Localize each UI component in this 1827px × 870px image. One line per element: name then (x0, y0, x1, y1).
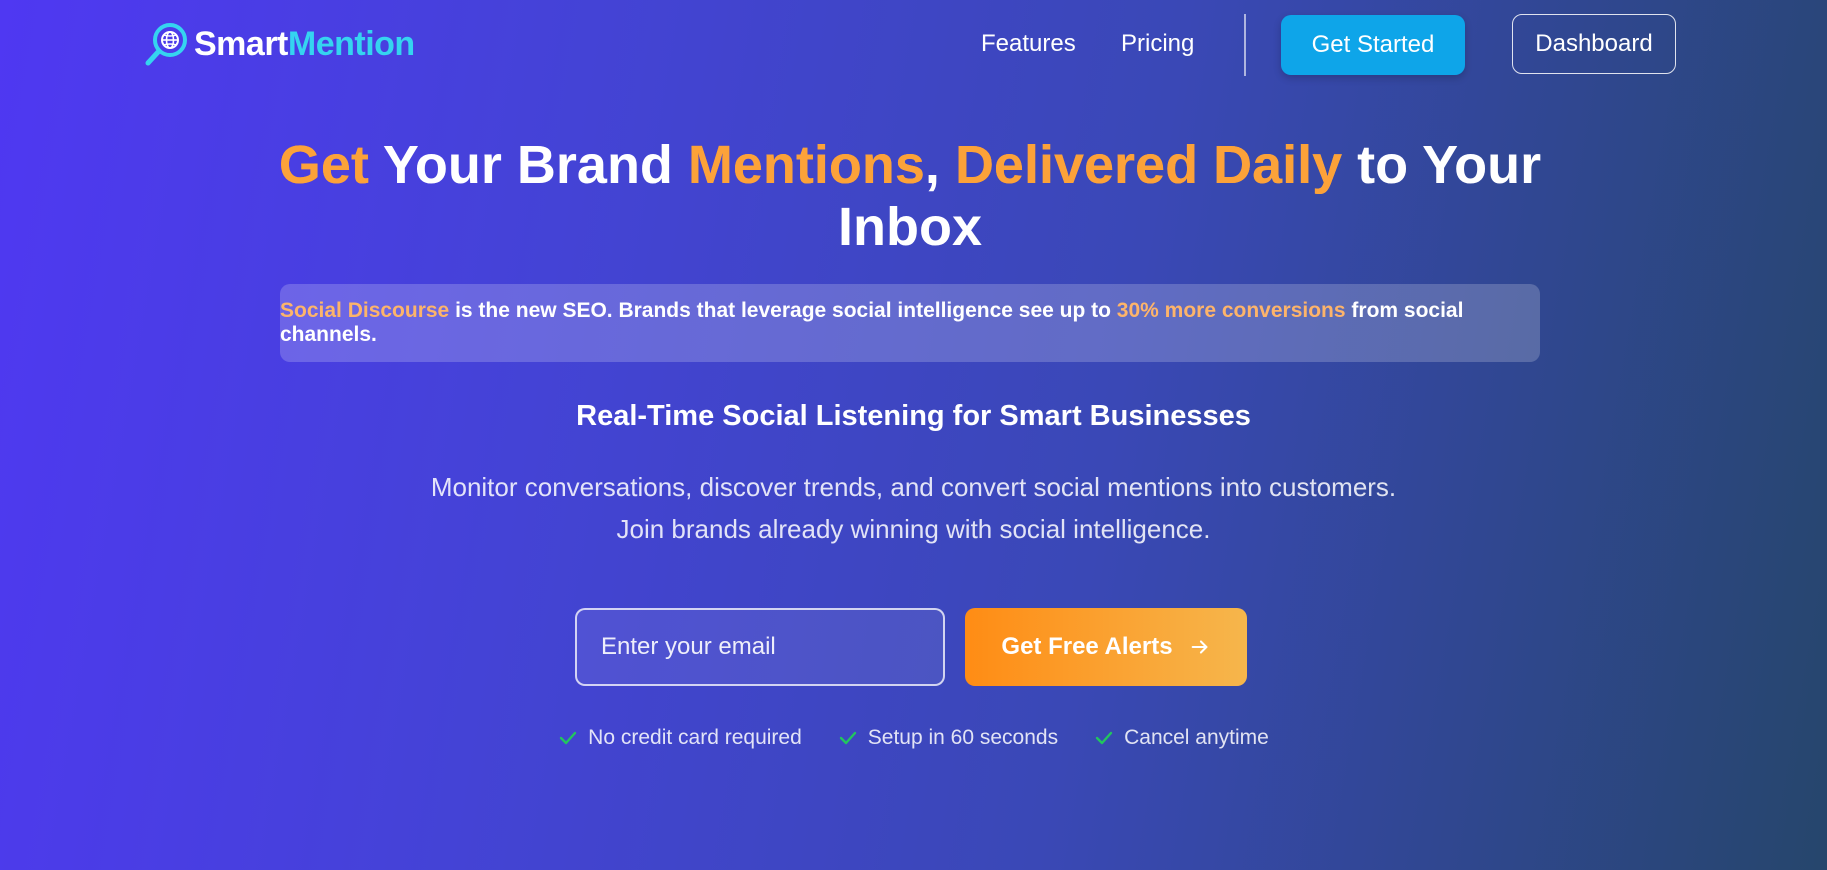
perk-label: Setup in 60 seconds (867, 726, 1059, 749)
hero-subheading: Real-Time Social Listening for Smart Bus… (576, 400, 1251, 432)
seo-banner: Social Discourse is the new SEO. Brands … (280, 284, 1540, 362)
headline-comma: , (924, 135, 955, 195)
magnifier-globe-icon (145, 23, 187, 66)
nav-link-pricing[interactable]: Pricing (1121, 30, 1194, 58)
perks-list: No credit card required Setup in 60 seco… (0, 726, 1827, 750)
banner-highlight-social-discourse: Social Discourse (280, 299, 450, 322)
hero-headline: Get Your Brand Mentions, Delivered Daily… (240, 134, 1580, 258)
get-started-button[interactable]: Get Started (1281, 15, 1465, 75)
brand-name-mention: Mention (287, 24, 415, 63)
email-input[interactable] (575, 608, 945, 686)
perk-label: No credit card required (588, 726, 802, 749)
headline-text-to-your: to Your (1342, 135, 1542, 195)
banner-text-1: is the new SEO. Brands that leverage soc… (449, 299, 1117, 322)
check-icon (559, 731, 577, 745)
perk-item: Cancel anytime (1094, 726, 1269, 750)
get-free-alerts-button[interactable]: Get Free Alerts (965, 608, 1247, 686)
perk-label: Cancel anytime (1124, 726, 1269, 749)
arrow-right-icon (1191, 640, 1208, 654)
brand-name-smart: Smart (194, 24, 288, 63)
headline-text-your-brand: Your Brand (368, 135, 688, 195)
description-line-2: Join brands already winning with social … (616, 514, 1211, 544)
headline-word-inbox: Inbox (838, 197, 982, 257)
description-line-1: Monitor conversations, discover trends, … (430, 472, 1397, 502)
check-icon (839, 731, 856, 745)
perk-item: Setup in 60 seconds (838, 726, 1058, 750)
get-free-alerts-label: Get Free Alerts (1001, 633, 1173, 660)
headline-word-get: Get (278, 135, 369, 195)
check-icon (1095, 731, 1113, 745)
brand-logo[interactable]: SmartMention (142, 20, 415, 68)
perk-item: No credit card required (558, 726, 802, 750)
hero-description: Monitor conversations, discover trends, … (0, 466, 1827, 550)
brand-name: SmartMention (194, 25, 415, 64)
nav-divider (1244, 14, 1246, 76)
nav-link-features[interactable]: Features (981, 30, 1076, 58)
top-navbar: SmartMention Features Pricing Get Starte… (0, 0, 1827, 92)
dashboard-button[interactable]: Dashboard (1512, 14, 1676, 74)
banner-highlight-conversions: 30% more conversions (1116, 299, 1346, 322)
headline-word-delivered-daily: Delivered Daily (954, 135, 1343, 195)
headline-word-mentions: Mentions (687, 135, 925, 195)
